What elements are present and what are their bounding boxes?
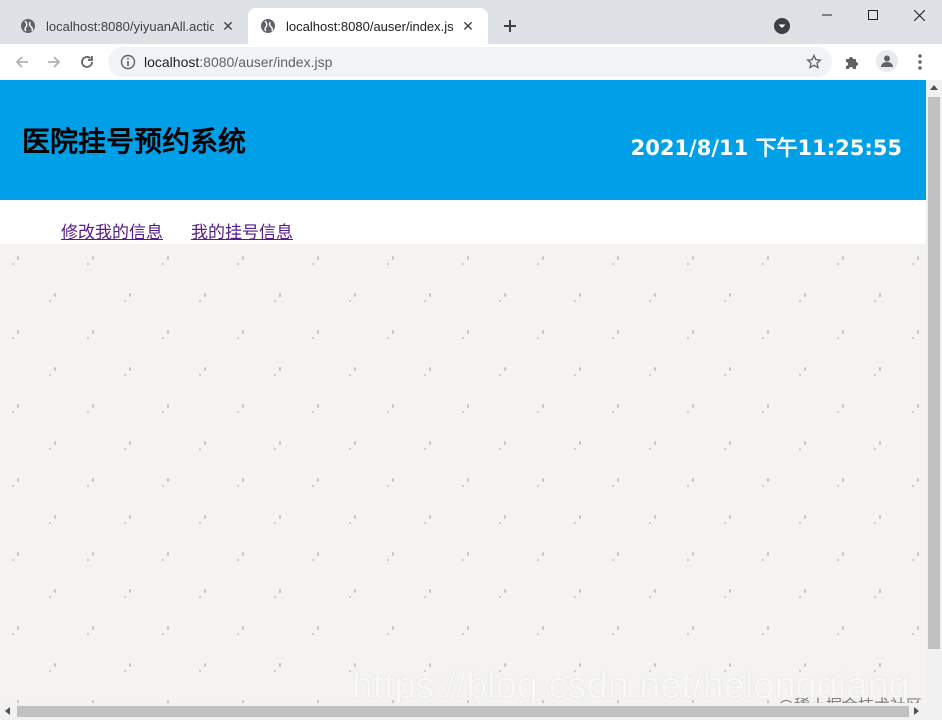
tab-yiyuanall[interactable]: localhost:8080/yiyuanAll.action ✕ bbox=[8, 8, 248, 44]
horizontal-scroll-thumb[interactable] bbox=[17, 706, 909, 717]
globe-icon bbox=[261, 19, 275, 33]
vertical-scroll-thumb[interactable] bbox=[928, 97, 940, 649]
globe-icon bbox=[21, 19, 35, 33]
star-icon[interactable] bbox=[806, 54, 822, 70]
tab-strip: localhost:8080/yiyuanAll.action ✕ localh… bbox=[0, 0, 942, 44]
reload-button[interactable] bbox=[73, 48, 101, 76]
forward-button[interactable] bbox=[40, 48, 68, 76]
page-background bbox=[0, 244, 926, 703]
url-text: localhost:8080/auser/index.jsp bbox=[144, 54, 332, 70]
scroll-left-icon[interactable] bbox=[5, 707, 10, 715]
puzzle-icon[interactable] bbox=[842, 52, 862, 72]
more-vert-icon[interactable] bbox=[910, 52, 930, 72]
back-button[interactable] bbox=[8, 48, 36, 76]
plus-icon bbox=[504, 20, 516, 32]
app-nav: 修改我的信息 我的挂号信息 bbox=[0, 200, 926, 244]
arrow-right-icon bbox=[48, 56, 61, 68]
close-window-button[interactable] bbox=[896, 0, 942, 30]
minimize-button[interactable] bbox=[804, 0, 850, 30]
tab-title: localhost:8080/auser/index.jsp bbox=[286, 18, 454, 34]
edit-my-info-link[interactable]: 修改我的信息 bbox=[61, 218, 163, 243]
arrow-left-icon bbox=[15, 56, 28, 68]
app-title: 医院挂号预约系统 bbox=[22, 125, 247, 158]
scroll-up-icon[interactable] bbox=[930, 85, 938, 90]
browser-toolbar: localhost:8080/auser/index.jsp bbox=[0, 44, 942, 80]
maximize-button[interactable] bbox=[850, 0, 896, 30]
close-icon[interactable]: ✕ bbox=[460, 18, 476, 34]
address-bar[interactable]: localhost:8080/auser/index.jsp bbox=[108, 47, 832, 77]
app-clock: 2021/8/11 下午11:25:55 bbox=[630, 136, 902, 160]
info-icon[interactable] bbox=[120, 54, 136, 70]
new-tab-button[interactable] bbox=[498, 14, 522, 38]
tab-search-icon[interactable] bbox=[772, 16, 792, 36]
close-icon[interactable]: ✕ bbox=[220, 18, 236, 34]
tab-title: localhost:8080/yiyuanAll.action bbox=[46, 18, 214, 34]
person-icon bbox=[881, 55, 893, 67]
tab-auser-index[interactable]: localhost:8080/auser/index.jsp ✕ bbox=[248, 8, 488, 44]
scroll-right-icon[interactable] bbox=[914, 707, 919, 715]
my-registration-link[interactable]: 我的挂号信息 bbox=[191, 218, 293, 243]
profile-button[interactable] bbox=[876, 50, 898, 72]
url-path: :8080/auser/index.jsp bbox=[199, 54, 333, 70]
reload-icon bbox=[81, 56, 93, 68]
url-host: localhost bbox=[144, 54, 200, 70]
horizontal-scrollbar[interactable] bbox=[0, 703, 942, 720]
app-header: 医院挂号预约系统 2021/8/11 下午11:25:55 bbox=[0, 80, 926, 200]
maximize-icon bbox=[868, 10, 878, 20]
close-icon bbox=[913, 9, 925, 21]
vertical-scrollbar[interactable] bbox=[926, 80, 942, 703]
page-viewport: 医院挂号预约系统 2021/8/11 下午11:25:55 修改我的信息 我的挂… bbox=[0, 80, 926, 703]
minimize-icon bbox=[822, 14, 832, 16]
